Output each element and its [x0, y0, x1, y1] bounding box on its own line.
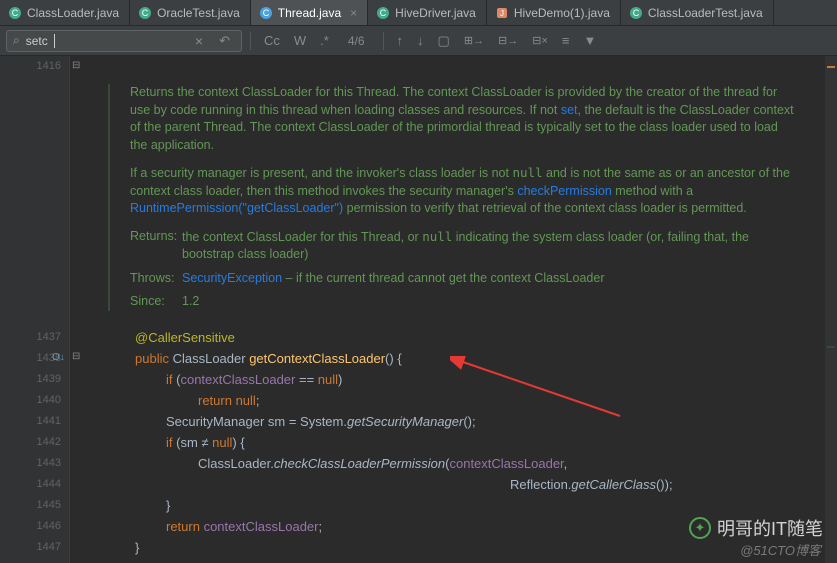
- filter-icon[interactable]: ▼: [579, 31, 602, 50]
- prev-match-icon[interactable]: ↑: [392, 31, 409, 50]
- match-count: 4/6: [338, 34, 375, 48]
- search-text: setc: [26, 34, 48, 48]
- tab-label: HiveDriver.java: [395, 6, 476, 20]
- code-line: return null;: [198, 390, 837, 411]
- separator: [383, 32, 384, 50]
- clear-search-icon[interactable]: ×: [190, 31, 208, 51]
- marker[interactable]: [827, 346, 835, 348]
- code-line: @CallerSensitive: [135, 327, 837, 348]
- tab-label: ClassLoaderTest.java: [648, 6, 763, 20]
- doc-link[interactable]: SecurityException: [182, 271, 282, 285]
- error-stripe[interactable]: [825, 56, 837, 563]
- java-icon: J: [495, 6, 509, 20]
- fold-toggle-icon[interactable]: ⊟: [72, 352, 83, 363]
- find-toolbar: ⌕ setc × ↶ Cc W .* 4/6 ↑ ↓ ▢ ⊞→ ⊟→ ⊟× ≡ …: [0, 26, 837, 56]
- doc-returns: Returns:the context ClassLoader for this…: [110, 228, 794, 264]
- class-icon: C: [138, 6, 152, 20]
- settings-icon[interactable]: ≡: [557, 31, 575, 50]
- doc-paragraph: Returns the context ClassLoader for this…: [110, 84, 794, 154]
- fold-column: ⊟ ⊟: [70, 56, 85, 563]
- doc-throws: Throws:SecurityException – if the curren…: [110, 270, 794, 288]
- match-case-toggle[interactable]: Cc: [259, 31, 285, 50]
- class-icon: C: [259, 6, 273, 20]
- close-tab-icon[interactable]: ×: [350, 6, 357, 20]
- doc-link[interactable]: RuntimePermission: [130, 201, 238, 215]
- tab-classloadertest[interactable]: C ClassLoaderTest.java: [621, 0, 774, 25]
- doc-link[interactable]: set: [561, 103, 578, 117]
- line-number: 1416: [37, 56, 61, 77]
- editor-tabs: C ClassLoader.java C OracleTest.java C Thre…: [0, 0, 837, 26]
- code-line: if (contextClassLoader == null): [166, 369, 837, 390]
- tab-label: ClassLoader.java: [27, 6, 119, 20]
- search-icon: ⌕: [13, 33, 20, 48]
- svg-text:C: C: [633, 8, 640, 18]
- svg-text:C: C: [142, 8, 149, 18]
- words-toggle[interactable]: W: [289, 31, 311, 50]
- doc-since: Since:1.2: [110, 293, 794, 311]
- tab-label: Thread.java: [278, 6, 341, 20]
- svg-text:C: C: [263, 8, 270, 18]
- next-match-icon[interactable]: ↓: [412, 31, 429, 50]
- doc-link[interactable]: checkPermission: [517, 184, 611, 198]
- tab-hivedemo[interactable]: J HiveDemo(1).java: [487, 0, 621, 25]
- tab-hivedriver[interactable]: C HiveDriver.java: [368, 0, 487, 25]
- line-number: 1439: [37, 369, 61, 390]
- fold-toggle-icon[interactable]: ⊟: [72, 61, 83, 72]
- add-selection-icon[interactable]: ⊞→: [459, 32, 489, 49]
- tab-thread[interactable]: C Thread.java ×: [251, 0, 368, 25]
- line-number: 1446: [37, 516, 61, 537]
- marker[interactable]: [827, 66, 835, 68]
- code-line: Reflection.getCallerClass());: [510, 474, 837, 495]
- search-input-wrapper[interactable]: ⌕ setc × ↶: [6, 30, 242, 52]
- line-number: 1440: [37, 390, 61, 411]
- code-line: public ClassLoader getContextClassLoader…: [135, 348, 837, 369]
- watermark: ✦明哥的IT随笔: [689, 515, 823, 541]
- tab-oracletest[interactable]: C OracleTest.java: [130, 0, 251, 25]
- remove-selection-icon[interactable]: ⊟→: [493, 32, 523, 49]
- override-icon[interactable]: O↓: [52, 352, 65, 363]
- exclude-icon[interactable]: ⊟×: [527, 32, 553, 49]
- tab-label: HiveDemo(1).java: [514, 6, 610, 20]
- line-number: 1441: [37, 411, 61, 432]
- code-line: ClassLoader.checkClassLoaderPermission(c…: [198, 453, 837, 474]
- line-number: 1443: [37, 453, 61, 474]
- line-number: 1445: [37, 495, 61, 516]
- watermark-sub: @51CTO博客: [740, 540, 821, 559]
- code-line: if (sm ≠ null) {: [166, 432, 837, 453]
- svg-text:C: C: [380, 8, 387, 18]
- line-number: 1437: [37, 327, 61, 348]
- regex-toggle[interactable]: .*: [315, 31, 334, 50]
- class-icon: C: [376, 6, 390, 20]
- line-number: 1444: [37, 474, 61, 495]
- line-number: 1447: [37, 537, 61, 558]
- class-icon: C: [629, 6, 643, 20]
- class-icon: C: [8, 6, 22, 20]
- code-area[interactable]: ⊟ ⊟ Returns the context ClassLoader for …: [70, 56, 837, 563]
- tab-label: OracleTest.java: [157, 6, 240, 20]
- doc-paragraph: If a security manager is present, and th…: [110, 164, 794, 218]
- code-line: }: [166, 495, 837, 516]
- search-history-icon[interactable]: ↶: [214, 31, 235, 51]
- editor-area: 1416 1437 1438 O↓ 1439 1440 1441 1442 14…: [0, 56, 837, 563]
- select-all-icon[interactable]: ▢: [433, 31, 455, 51]
- svg-text:C: C: [12, 8, 19, 18]
- gutter: 1416 1437 1438 O↓ 1439 1440 1441 1442 14…: [0, 56, 70, 563]
- code-line: SecurityManager sm = System.getSecurityM…: [166, 411, 837, 432]
- svg-text:J: J: [500, 9, 504, 18]
- javadoc-popup: Returns the context ClassLoader for this…: [108, 70, 812, 331]
- line-number: 1442: [37, 432, 61, 453]
- wechat-icon: ✦: [689, 517, 711, 539]
- tab-classloader[interactable]: C ClassLoader.java: [0, 0, 130, 25]
- text-cursor: [54, 34, 55, 48]
- separator: [250, 32, 251, 50]
